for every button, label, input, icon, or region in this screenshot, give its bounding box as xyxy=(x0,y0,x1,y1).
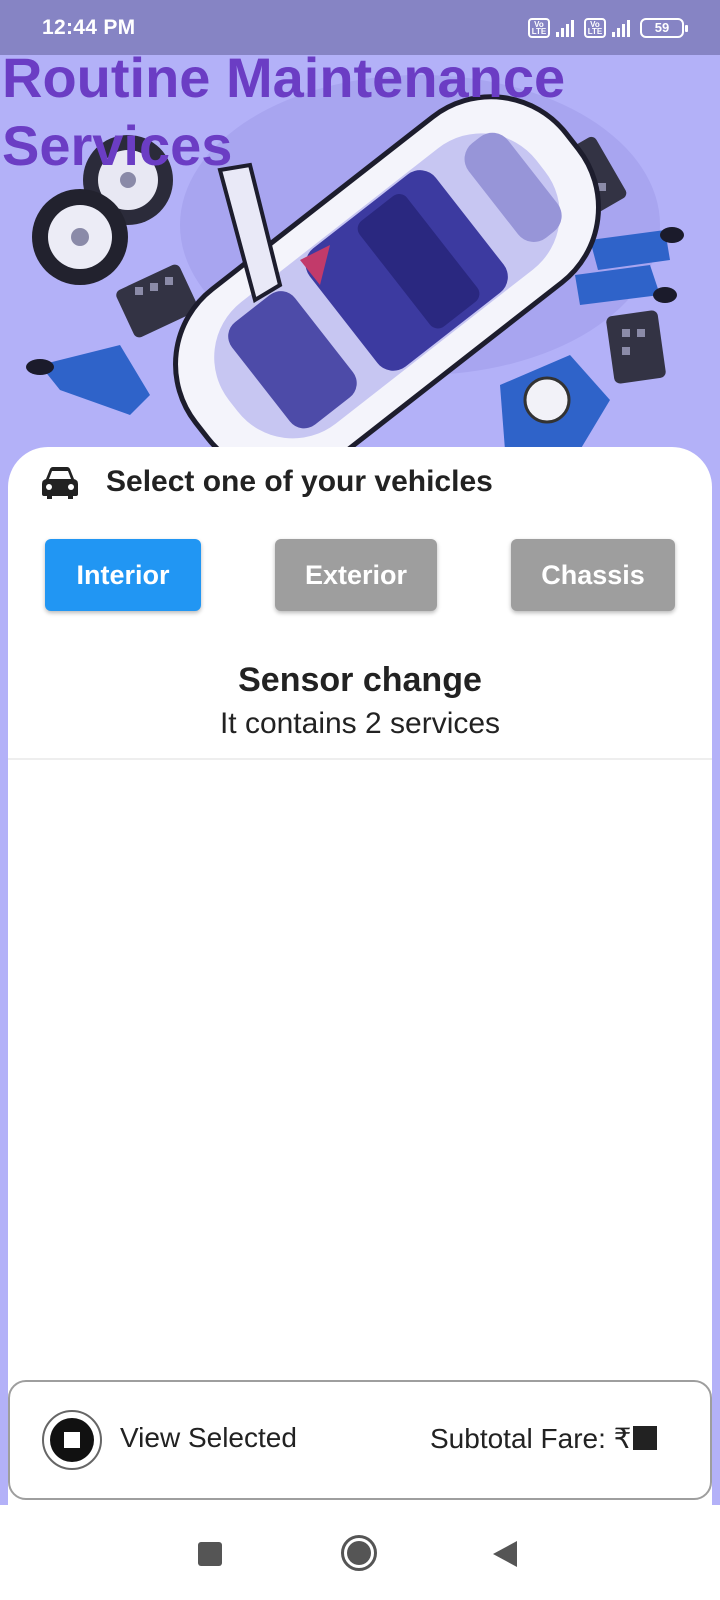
vehicle-selector[interactable]: Select one of your vehicles xyxy=(40,465,493,499)
car-icon xyxy=(42,467,78,499)
subtotal-fare-value xyxy=(633,1426,657,1450)
battery-icon: 59 xyxy=(640,17,688,38)
vehicle-selector-label: Select one of your vehicles xyxy=(106,465,493,498)
volte-icon-2: Vo LTE xyxy=(584,17,606,38)
view-selected-label[interactable]: View Selected xyxy=(120,1422,297,1454)
subtotal-fare-label: Subtotal Fare: ₹ xyxy=(430,1423,632,1454)
divider xyxy=(8,758,712,760)
tab-chassis[interactable]: Chassis xyxy=(511,539,675,611)
recents-icon[interactable] xyxy=(198,1542,222,1566)
home-icon[interactable] xyxy=(341,1535,377,1571)
service-subtitle: It contains 2 services xyxy=(219,707,501,740)
service-title: Sensor change xyxy=(238,661,482,699)
tab-exterior[interactable]: Exterior xyxy=(275,539,437,611)
stop-icon xyxy=(50,1418,94,1462)
service-sheet: Select one of your vehicles Interior Ext… xyxy=(8,447,712,1505)
page-title: Routine Maintenance Services xyxy=(2,46,566,177)
bottom-bar: View Selected Subtotal Fare: ₹ xyxy=(8,1380,712,1500)
view-selected-toggle[interactable] xyxy=(42,1410,102,1470)
back-icon[interactable] xyxy=(493,1541,517,1567)
system-nav-bar xyxy=(0,1505,720,1600)
tab-interior[interactable]: Interior xyxy=(45,539,201,611)
status-icons: Vo LTE Vo LTE 59 xyxy=(528,17,688,38)
signal-icon xyxy=(556,19,574,37)
status-time: 12:44 PM xyxy=(42,15,136,39)
volte-icon: Vo LTE xyxy=(528,17,550,38)
signal-icon-2 xyxy=(612,19,630,37)
